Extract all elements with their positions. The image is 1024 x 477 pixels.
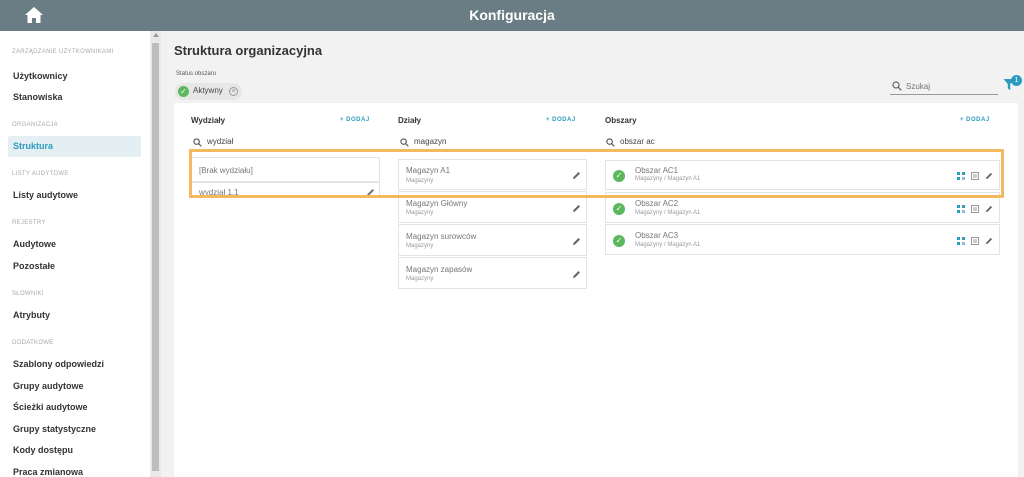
edit-icon[interactable] <box>572 171 581 180</box>
add-area-label: DODAJ <box>966 117 990 123</box>
qr-code-icon[interactable] <box>957 205 965 213</box>
item-subtitle: Magazyny <box>406 210 434 216</box>
item-title: Obszar AC1 <box>635 166 679 175</box>
item-subtitle: Magazyny / Magazyn A1 <box>635 176 701 182</box>
search-field[interactable] <box>890 78 998 95</box>
list-item[interactable]: Magazyn surowców Magazyny <box>398 224 587 256</box>
item-title: [Brak wydziału] <box>199 166 253 175</box>
sidebar-item-users[interactable]: Użytkownicy <box>8 66 141 87</box>
edit-icon[interactable] <box>985 172 993 180</box>
area-search[interactable]: obszar ac <box>606 136 996 150</box>
search-icon <box>892 81 902 91</box>
sidebar-item-answer-templates[interactable]: Szablony odpowiedzi <box>8 354 141 375</box>
sidebar-item-access-codes[interactable]: Kody dostępu <box>8 440 141 461</box>
sidebar-item-other-registers[interactable]: Pozostałe <box>8 256 141 277</box>
scrollbar-thumb[interactable] <box>152 43 159 471</box>
area-search-value: obszar ac <box>620 137 655 146</box>
sidebar-item-shift-work[interactable]: Praca zmianowa <box>8 462 141 477</box>
item-title: Magazyn zapasów <box>406 265 473 274</box>
sidebar-item-stat-groups[interactable]: Grupy statystyczne <box>8 419 141 440</box>
edit-icon[interactable] <box>985 205 993 213</box>
item-subtitle: Magazyny / Magazyn A1 <box>635 242 701 248</box>
list-icon[interactable] <box>971 172 979 180</box>
page-title: Struktura organizacyjna <box>174 43 323 58</box>
sidebar-item-structure[interactable]: Struktura <box>8 136 141 157</box>
check-icon: ✓ <box>178 86 189 97</box>
edit-icon[interactable] <box>985 237 993 245</box>
list-item[interactable]: Magazyn A1 Magazyny <box>398 159 587 190</box>
qr-code-icon[interactable] <box>957 172 965 180</box>
list-item[interactable]: Magazyn Główny Magazyny <box>398 191 587 223</box>
item-subtitle: Magazyny <box>406 178 434 184</box>
edit-icon[interactable] <box>572 204 581 213</box>
add-division-button[interactable]: + DODAJ <box>546 117 576 123</box>
app-header: Konfiguracja <box>0 0 1024 31</box>
department-search-value: wydział <box>207 137 234 146</box>
list-icon[interactable] <box>971 205 979 213</box>
edit-icon[interactable] <box>366 188 375 196</box>
add-department-button[interactable]: + DODAJ <box>340 117 370 123</box>
search-input[interactable] <box>906 79 994 93</box>
sidebar-item-audit-paths[interactable]: Ścieżki audytowe <box>8 397 141 418</box>
sidebar-section-organization: ORGANIZACJA <box>12 122 58 128</box>
check-circle-icon: ✓ <box>613 203 625 215</box>
list-item[interactable]: Magazyn zapasów Magazyny <box>398 257 587 289</box>
list-icon[interactable] <box>971 237 979 245</box>
item-subtitle: Magazyny <box>406 276 434 282</box>
column-title-areas: Obszary <box>605 116 637 125</box>
item-title: Obszar AC2 <box>635 199 679 208</box>
edit-icon[interactable] <box>572 237 581 246</box>
sidebar-item-audit-groups[interactable]: Grupy audytowe <box>8 376 141 397</box>
sidebar-item-audit-lists[interactable]: Listy audytowe <box>8 185 141 206</box>
sidebar-scrollbar[interactable] <box>150 31 161 477</box>
item-subtitle: Magazyny / Magazyn A1 <box>635 210 701 216</box>
status-chip-label: Aktywny <box>193 86 223 95</box>
search-icon <box>400 138 409 147</box>
column-title-departments: Wydziały <box>191 116 226 125</box>
sidebar-section-audit-lists: LISTY AUDYTOWE <box>12 171 69 177</box>
item-title: wydział 1.1 <box>199 188 239 196</box>
division-search-value: magazyn <box>414 137 447 146</box>
qr-code-icon[interactable] <box>957 237 965 245</box>
filter-count-badge: 1 <box>1011 75 1022 86</box>
add-department-label: DODAJ <box>346 117 370 123</box>
sidebar: ZARZĄDZANIE UŻYTKOWNIKAMI Użytkownicy St… <box>0 31 150 477</box>
department-search[interactable]: wydział <box>193 136 378 150</box>
remove-chip-icon[interactable]: × <box>229 87 238 96</box>
app-title: Konfiguracja <box>469 7 555 23</box>
column-title-divisions: Działy <box>398 116 422 125</box>
item-title: Obszar AC3 <box>635 231 679 240</box>
search-icon <box>193 138 202 147</box>
add-area-button[interactable]: + DODAJ <box>960 117 990 123</box>
check-circle-icon: ✓ <box>613 235 625 247</box>
status-chip[interactable]: ✓ Aktywny × <box>175 83 242 100</box>
list-item[interactable]: ✓ Obszar AC1 Magazyny / Magazyn A1 <box>605 160 1000 190</box>
item-title: Magazyn surowców <box>406 232 477 241</box>
list-item[interactable]: wydział 1.1 <box>191 182 380 196</box>
sidebar-item-attributes[interactable]: Atrybuty <box>8 305 141 326</box>
status-filter-label: Status obszaru <box>176 71 217 77</box>
sidebar-section-dictionaries: SŁOWNIKI <box>12 291 44 297</box>
list-item[interactable]: [Brak wydziału] <box>191 157 380 182</box>
scroll-up-icon[interactable] <box>153 33 159 37</box>
item-title: Magazyn A1 <box>406 166 451 175</box>
sidebar-section-additional: DODATKOWE <box>12 340 54 346</box>
division-search[interactable]: magazyn <box>400 136 585 150</box>
add-division-label: DODAJ <box>552 117 576 123</box>
sidebar-item-audit-registers[interactable]: Audytowe <box>8 234 141 255</box>
check-circle-icon: ✓ <box>613 170 625 182</box>
search-icon <box>606 138 615 147</box>
item-subtitle: Magazyny <box>406 243 434 249</box>
list-item[interactable]: ✓ Obszar AC3 Magazyny / Magazyn A1 <box>605 224 1000 255</box>
sidebar-section-user-management: ZARZĄDZANIE UŻYTKOWNIKAMI <box>12 49 114 55</box>
sidebar-item-positions[interactable]: Stanowiska <box>8 87 141 108</box>
list-item[interactable]: ✓ Obszar AC2 Magazyny / Magazyn A1 <box>605 192 1000 223</box>
item-title: Magazyn Główny <box>406 199 468 208</box>
sidebar-section-registers: REJESTRY <box>12 220 46 226</box>
edit-icon[interactable] <box>572 270 581 279</box>
